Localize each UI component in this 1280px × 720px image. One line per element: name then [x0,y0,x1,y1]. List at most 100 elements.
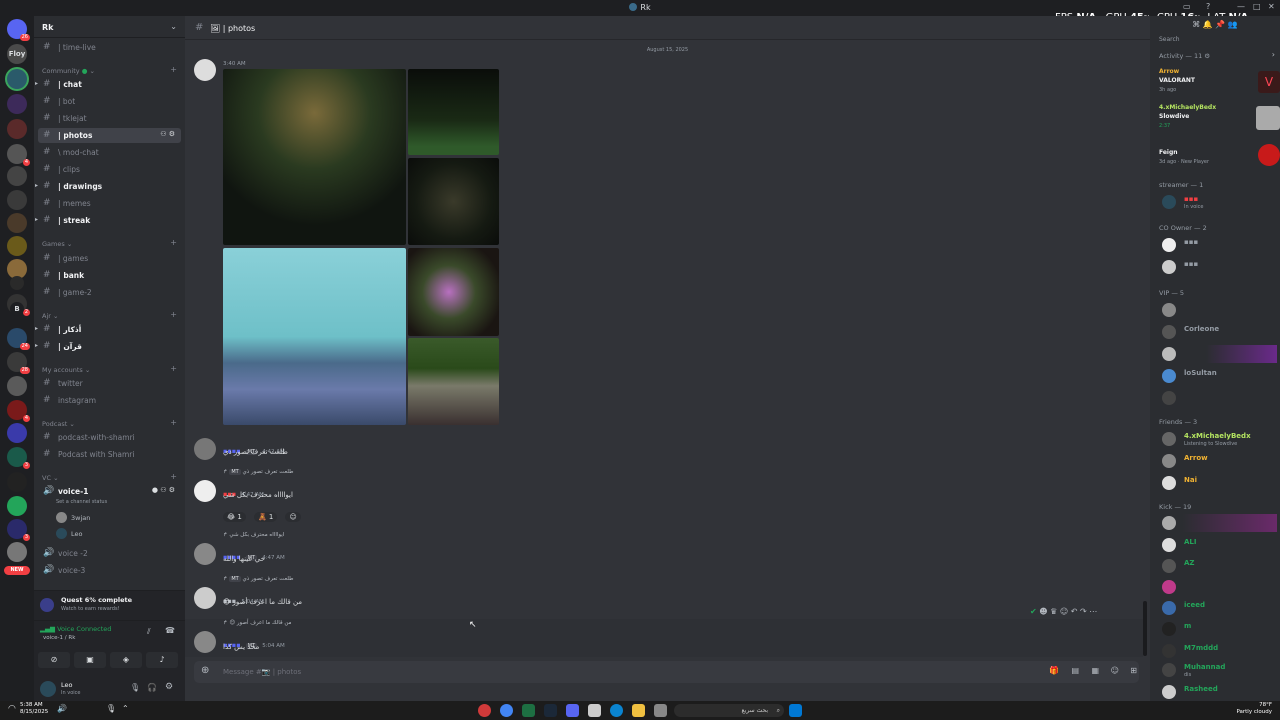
minimize-button[interactable]: — [1237,2,1245,11]
windows-start-icon[interactable] [789,704,802,717]
wifi-icon[interactable]: ◠ [8,704,16,714]
close-button[interactable]: ✕ [1268,2,1275,11]
threads-icon[interactable]: ⌘ [1192,20,1200,29]
screen-share-button[interactable]: ▣ [74,652,106,668]
channel-instagram[interactable]: # instagram [38,393,181,408]
photo-garden-night[interactable] [408,69,499,155]
member-item[interactable]: ▪▪▪ In voice [1159,193,1277,211]
server-icon[interactable] [7,496,27,516]
chat-invite-settings-icons[interactable]: ● ⚇ ⚙ [152,486,175,494]
soundboard-button[interactable]: ♪ [146,652,178,668]
create-channel-button[interactable]: + [170,310,177,319]
invite-and-settings-icons[interactable]: ⚇ ⚙ [160,130,175,138]
category-podcast[interactable]: Podcast ⌄ [42,420,75,428]
server-icon[interactable] [7,423,27,443]
taskbar-search[interactable]: بحث سريع ⌕ [674,704,784,717]
member-item[interactable] [1159,578,1277,596]
activity-header[interactable]: Activity — 11 ⚙ [1159,52,1210,60]
category-games[interactable]: Games ⌄ [42,240,72,248]
noise-suppression-icon[interactable]: ⫽ [147,627,151,637]
app-icon[interactable] [654,704,667,717]
calendar-icon[interactable] [588,704,601,717]
voice-channel-name[interactable]: voice-1 / Rk [43,635,75,641]
category-community[interactable]: Community ● ⌄ [42,67,95,75]
add-attachment-icon[interactable]: ⊕ [201,665,209,676]
channel-bot[interactable]: # | bot [38,94,181,109]
gif-icon[interactable]: ▤ [1071,666,1079,675]
more-options-icon[interactable]: ⋯ [1089,607,1097,616]
channel-games[interactable]: # | games [38,251,181,266]
pin-icon[interactable]: 📌 [1215,20,1225,29]
member-item[interactable]: Rasheed [1159,683,1277,701]
server-icon[interactable]: 4 [7,400,30,422]
member-item[interactable]: loSultan [1159,367,1277,385]
app-icon[interactable] [478,704,491,717]
member-item[interactable]: m [1159,620,1277,638]
channel-adhkar[interactable]: ▸ # | أذكار [35,322,181,337]
voice-channel-2[interactable]: 🔊 voice -2 [38,546,181,561]
server-icon[interactable] [7,213,27,233]
category-ajr[interactable]: Ajr ⌄ [42,312,58,320]
channel-quran[interactable]: ▸ # | قرآن [35,339,181,354]
photo-coffee[interactable] [408,338,499,425]
photo-palm-tree[interactable] [223,69,406,245]
server-icon[interactable] [10,276,24,290]
server-icon[interactable]: 4 [7,144,30,166]
server-icon[interactable]: 28 [7,352,30,374]
microphone-icon[interactable]: 🎙 [106,704,116,713]
chevron-right-icon[interactable]: › [1272,50,1275,59]
members-icon[interactable]: 👥 [1228,20,1238,29]
member-item[interactable]: ALI [1159,536,1277,554]
channel-mod-chat[interactable]: # \ mod-chat [38,145,181,160]
server-icon[interactable] [7,94,27,114]
member-item[interactable] [1159,389,1277,407]
channel-game-2[interactable]: # | game-2 [38,285,181,300]
server-icon[interactable] [7,542,27,562]
channel-memes[interactable]: # | memes [38,196,181,211]
volume-icon[interactable]: 🔊 [57,704,67,713]
discord-icon[interactable] [566,704,579,717]
channel-photos[interactable]: # | photos ⚇ ⚙ [38,128,181,143]
activity-card[interactable]: Arrow VALORANT 3h ago V [1159,68,1280,94]
avatar[interactable] [194,631,216,653]
chevron-down-icon[interactable]: ⌄ [170,22,177,31]
create-channel-button[interactable]: + [170,472,177,481]
member-item[interactable] [1159,514,1277,532]
reply-icon[interactable]: ↶ [1071,607,1078,616]
member-item[interactable]: iceed [1159,599,1277,617]
gift-icon[interactable]: 🎁 [1049,666,1059,675]
member-item[interactable]: ▪▪▪ [1159,258,1277,276]
reaction-laugh[interactable]: 😂 1 [223,512,246,522]
chrome-icon[interactable] [500,704,513,717]
member-item[interactable] [1159,301,1277,319]
emoji-icon[interactable]: ☺ [1111,666,1119,675]
photo-flowers[interactable] [408,248,499,336]
apps-icon[interactable]: ⊞ [1130,666,1137,675]
channel-bank[interactable]: # | bank [38,268,181,283]
quest-banner[interactable]: Quest 6% complete Watch to earn rewards! [34,590,185,620]
server-icon[interactable] [7,119,27,139]
message-input[interactable]: Message #📷 | photos [223,668,301,676]
server-icon[interactable] [7,236,27,256]
edge-icon[interactable] [610,704,623,717]
photo-pool[interactable] [223,248,406,425]
server-icon[interactable]: 3 [7,447,30,469]
server-icon[interactable] [7,69,27,89]
create-channel-button[interactable]: + [170,238,177,247]
file-explorer-icon[interactable] [632,704,645,717]
search-input[interactable]: Search [1159,36,1180,43]
channel-drawings[interactable]: ▸ # | drawings [35,179,181,194]
channel-clips[interactable]: # | clips [38,162,181,177]
camera-button[interactable]: ⊘ [38,652,70,668]
category-my-accounts[interactable]: My accounts ⌄ [42,366,90,374]
member-item[interactable]: Muhannad dis [1159,661,1277,679]
server-icon[interactable]: B [10,302,24,316]
member-item[interactable]: ▪▪▪ [1159,236,1277,254]
chevron-up-icon[interactable]: ⌃ [122,704,129,713]
avatar[interactable] [194,480,216,502]
server-icon[interactable]: 3 [7,519,30,541]
create-channel-button[interactable]: + [170,364,177,373]
add-reaction-button[interactable]: ☺ [285,512,301,522]
reply-preview[interactable]: ↱ MT طلعت تعرف تصور ذي [223,576,293,582]
channel-podcast-with-shamri[interactable]: # podcast-with-shamri [38,430,181,445]
